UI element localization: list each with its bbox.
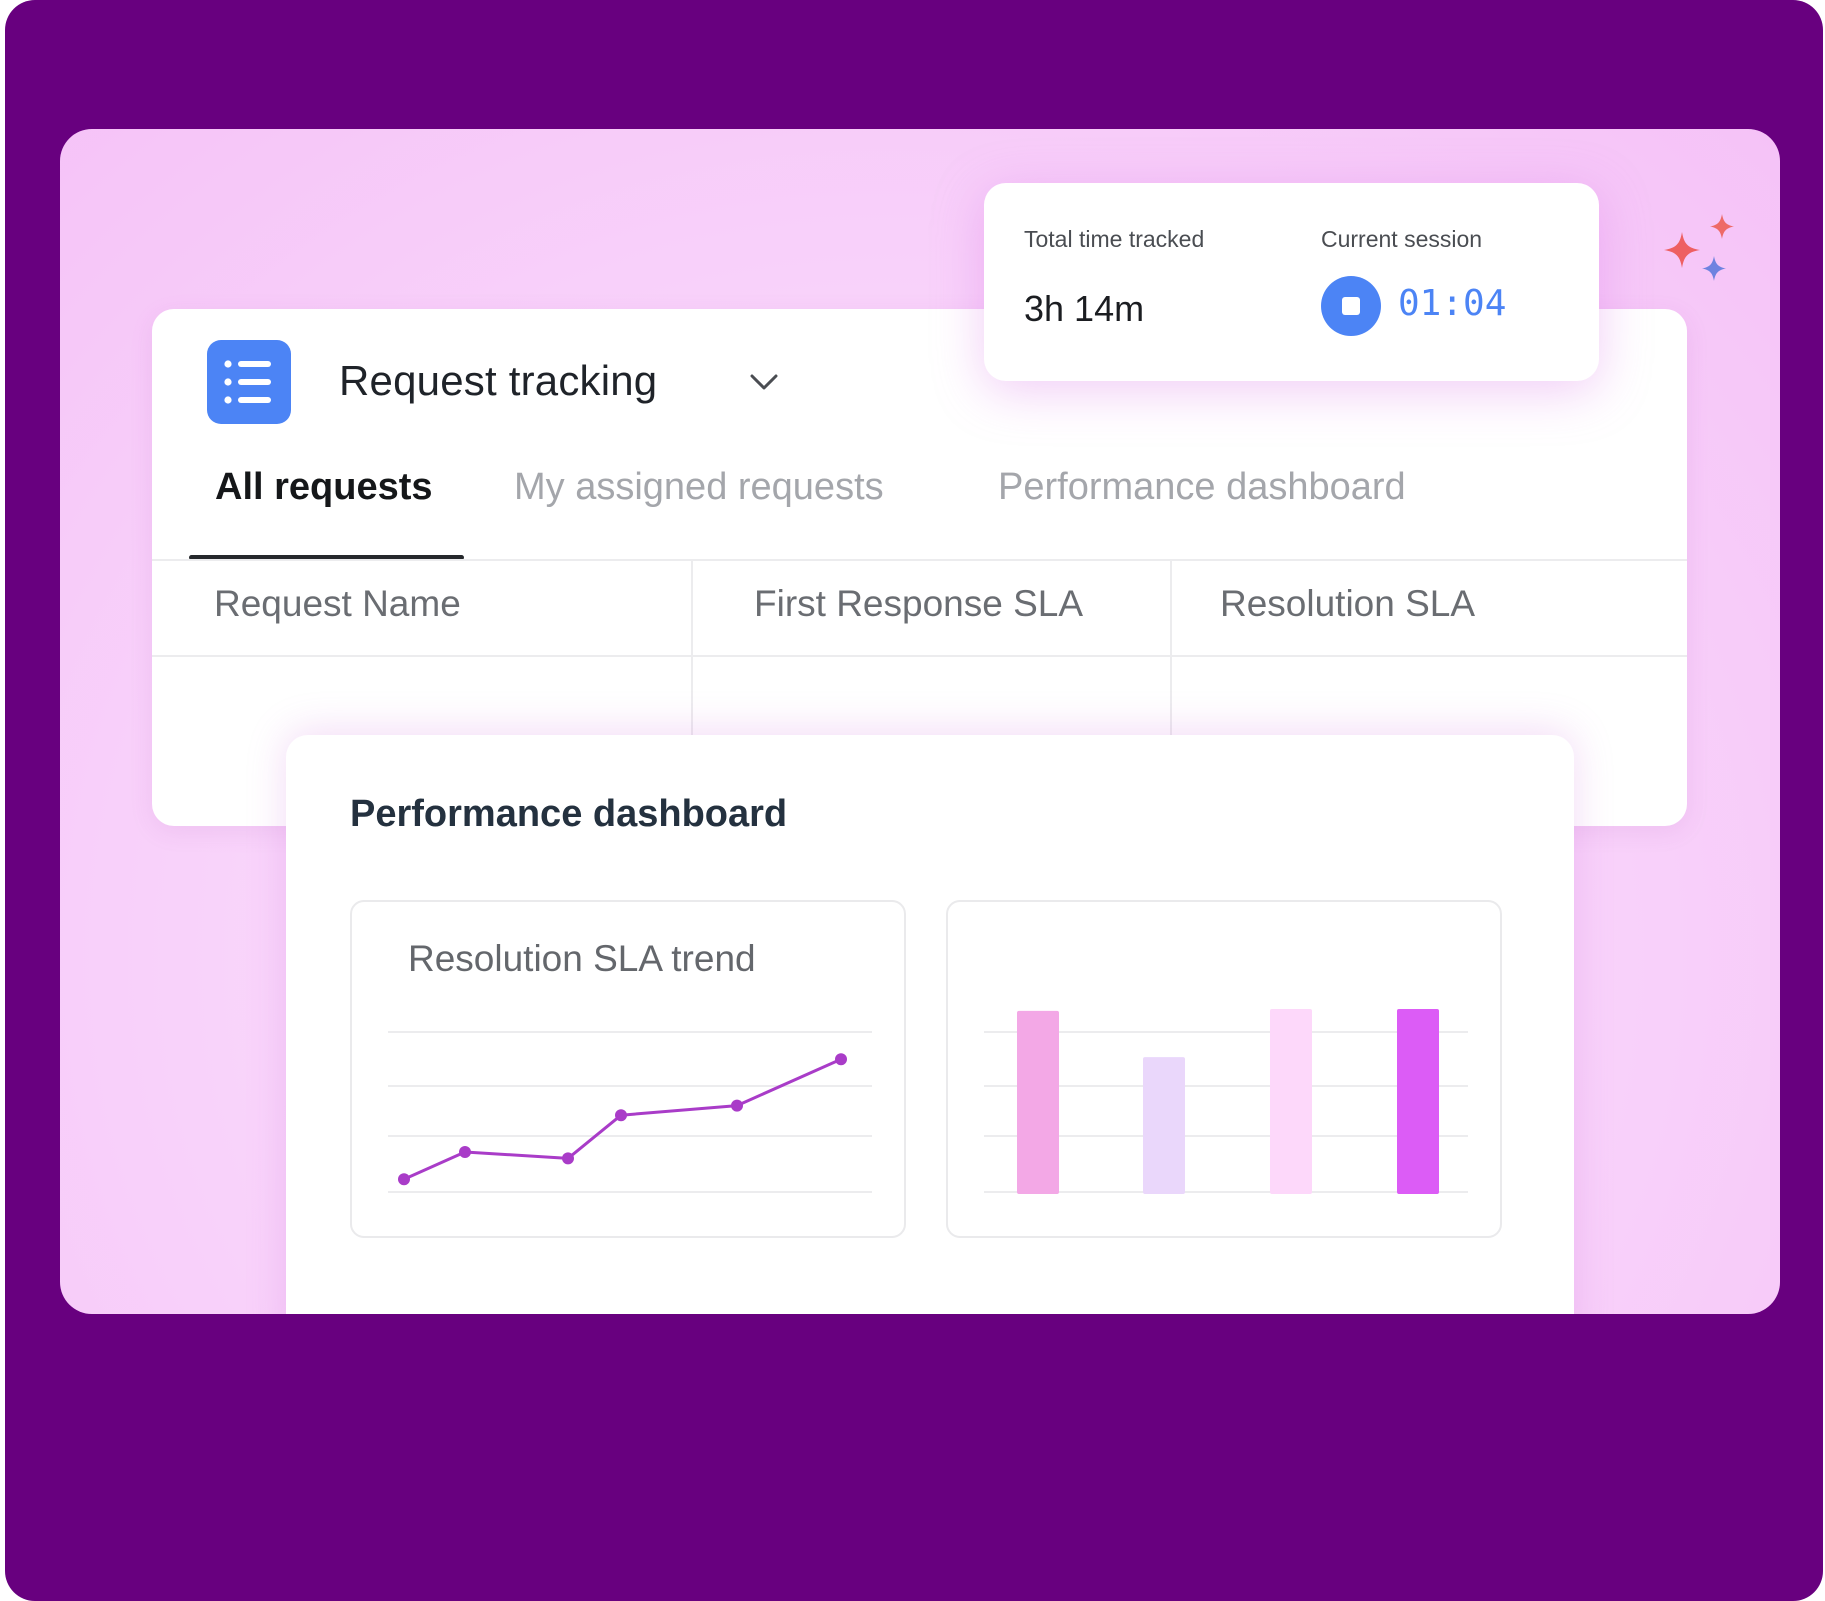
resolution-sla-trend-panel[interactable]: Resolution SLA trend <box>350 900 906 1238</box>
current-session-label: Current session <box>1321 226 1483 252</box>
data-point <box>398 1173 410 1186</box>
data-point <box>835 1053 847 1066</box>
current-session-value: 01:04 <box>1398 283 1507 324</box>
bar <box>1270 1009 1312 1194</box>
column-header-resolution-sla[interactable]: Resolution SLA <box>1220 583 1475 625</box>
bar <box>1017 1010 1059 1194</box>
table-top-divider <box>152 559 1687 561</box>
data-point <box>562 1152 574 1165</box>
bar <box>1143 1057 1185 1194</box>
stop-timer-button[interactable] <box>1321 276 1381 336</box>
stop-icon <box>1342 297 1360 315</box>
page-title[interactable]: Request tracking <box>339 357 657 405</box>
total-time-label: Total time tracked <box>1024 226 1205 252</box>
data-point <box>731 1099 743 1112</box>
sparkle-icon <box>1658 184 1758 294</box>
list-icon[interactable] <box>207 340 291 424</box>
bar-chart-panel[interactable] <box>946 900 1502 1238</box>
column-header-request-name[interactable]: Request Name <box>214 583 461 625</box>
outer-frame: Request tracking All requests My assigne… <box>5 0 1823 1601</box>
tab-all-requests[interactable]: All requests <box>215 466 433 509</box>
tab-performance-dashboard[interactable]: Performance dashboard <box>998 466 1406 509</box>
app-preview-stage: Request tracking All requests My assigne… <box>60 129 1780 1314</box>
bar-chart <box>984 1009 1468 1194</box>
dashboard-title: Performance dashboard <box>350 793 788 835</box>
data-point <box>459 1146 471 1158</box>
performance-dashboard-card: Performance dashboard Resolution SLA tre… <box>286 735 1574 1314</box>
line-chart <box>388 1031 872 1193</box>
bar <box>1397 1009 1439 1194</box>
time-tracker-card: Total time tracked Current session 3h 14… <box>984 183 1599 381</box>
column-header-first-response-sla[interactable]: First Response SLA <box>754 583 1083 625</box>
data-point <box>615 1109 627 1122</box>
tab-my-assigned-requests[interactable]: My assigned requests <box>514 466 884 509</box>
table-header-divider <box>152 655 1687 657</box>
total-time-value: 3h 14m <box>1024 288 1145 329</box>
chevron-down-icon[interactable] <box>744 365 784 401</box>
